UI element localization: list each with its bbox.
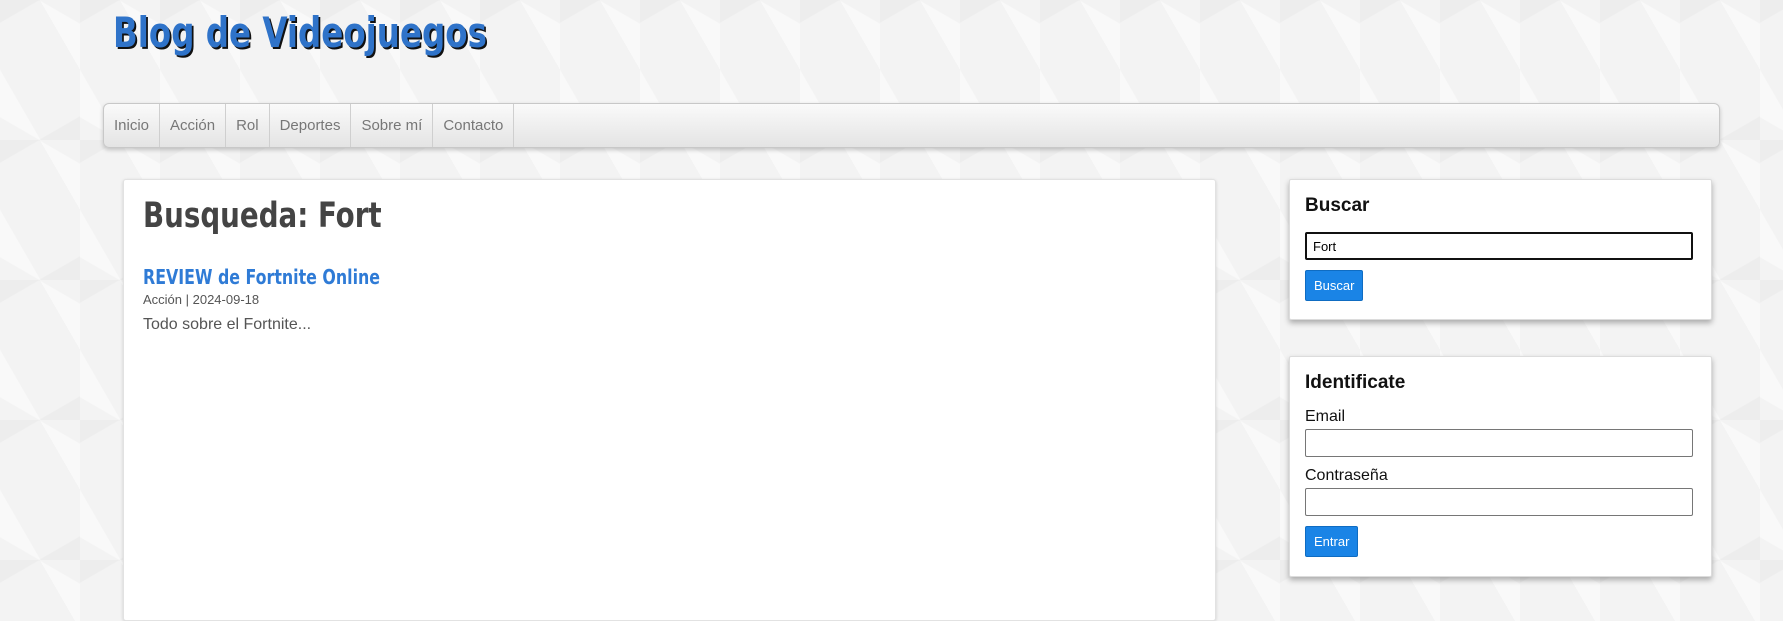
email-field[interactable] [1305,429,1693,457]
result-excerpt: Todo sobre el Fortnite... [143,316,312,333]
password-field[interactable] [1305,488,1693,516]
site-title[interactable]: Blog de Videojuegos [113,8,487,57]
search-widget-title: Buscar [1305,195,1370,216]
login-widget-title: Identificate [1305,372,1406,393]
search-results-panel: Busqueda: Fort REVIEW de Fortnite Online… [123,179,1216,621]
search-input[interactable] [1305,232,1693,260]
main-navbar: Inicio Acción Rol Deportes Sobre mí Cont… [103,103,1720,148]
password-label: Contraseña [1305,467,1388,484]
nav-item-rol[interactable]: Rol [226,104,270,147]
nav-item-deportes[interactable]: Deportes [270,104,352,147]
login-widget: Identificate Email Contraseña Entrar [1289,356,1712,577]
result-meta: Acción | 2024-09-18 [143,292,260,307]
nav-item-contacto[interactable]: Contacto [433,104,515,147]
search-widget: Buscar Buscar [1289,179,1712,320]
email-label: Email [1305,408,1346,425]
login-button[interactable]: Entrar [1305,526,1359,557]
search-button[interactable]: Buscar [1305,270,1364,301]
nav-item-sobre-mi[interactable]: Sobre mí [351,104,434,147]
page-title: Busqueda: Fort [143,196,382,236]
nav-item-inicio[interactable]: Inicio [104,104,161,147]
result-title-link[interactable]: REVIEW de Fortnite Online [143,265,380,289]
nav-item-accion[interactable]: Acción [160,104,227,147]
